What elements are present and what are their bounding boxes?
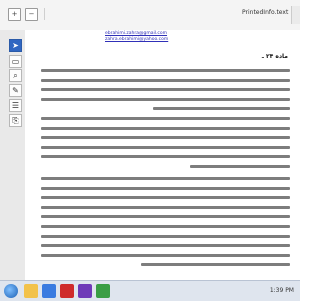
scrollbar-top[interactable] bbox=[291, 6, 300, 24]
zoom-out-icon[interactable]: − bbox=[25, 8, 38, 21]
paragraph-1 bbox=[41, 69, 290, 117]
app-icon-2[interactable] bbox=[96, 284, 110, 298]
pdf-reader-icon[interactable] bbox=[60, 284, 74, 298]
clock: 1:39 PM bbox=[269, 287, 294, 294]
bookmark-icon[interactable]: ✎ bbox=[9, 84, 22, 97]
search-icon[interactable]: ⌕ bbox=[9, 69, 22, 82]
email-link-2[interactable]: zahra.ebrahimi@yahoo.com bbox=[105, 37, 245, 43]
document-page: ebrahimi.zahra@gmail.com zahra.ebrahimi@… bbox=[25, 30, 300, 280]
layers-icon[interactable]: ☰ bbox=[9, 99, 22, 112]
attach-icon[interactable]: ⎘ bbox=[9, 114, 22, 127]
app-icon[interactable] bbox=[78, 284, 92, 298]
paragraph-3 bbox=[41, 177, 290, 273]
article-heading: ماده ۲۴ ـ bbox=[261, 53, 288, 60]
folder-icon[interactable] bbox=[24, 284, 38, 298]
browser-icon[interactable] bbox=[42, 284, 56, 298]
zoom-in-icon[interactable]: + bbox=[8, 8, 21, 21]
page-count-label: PrintedInfo.text bbox=[242, 9, 289, 16]
top-toolbar: + − PrintedInfo.text bbox=[0, 0, 300, 31]
sidebar: ➤ ▭ ⌕ ✎ ☰ ⎘ bbox=[0, 30, 26, 280]
paragraph-2 bbox=[41, 117, 290, 175]
start-button[interactable] bbox=[4, 284, 18, 298]
taskbar: 1:39 PM bbox=[0, 280, 300, 301]
toolbar-divider bbox=[44, 8, 45, 20]
email-block: ebrahimi.zahra@gmail.com zahra.ebrahimi@… bbox=[105, 31, 245, 43]
page-icon[interactable]: ▭ bbox=[9, 55, 22, 68]
select-icon[interactable]: ➤ bbox=[9, 39, 22, 52]
